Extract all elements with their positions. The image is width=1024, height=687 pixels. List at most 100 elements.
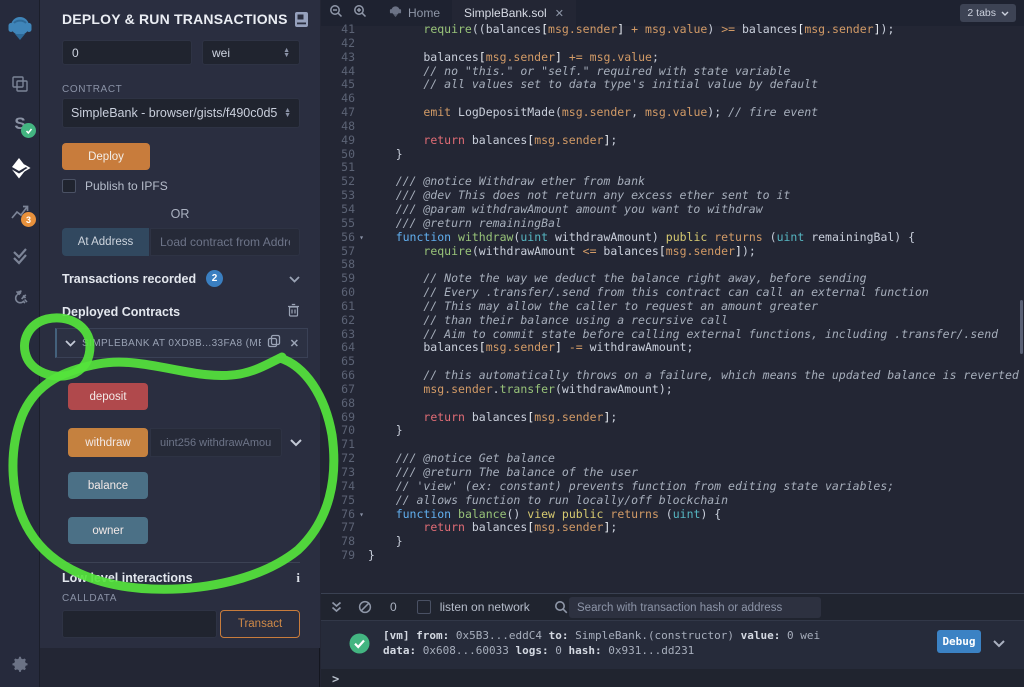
stepper-icon: ▲▼ — [284, 108, 291, 118]
code-line: 72 /// @notice Get balance — [321, 452, 1024, 466]
deposit-button[interactable]: deposit — [68, 383, 148, 410]
contract-select-value: SimpleBank - browser/gists/f490c0d5 — [71, 106, 284, 120]
value-unit-select[interactable]: wei ▲▼ — [202, 40, 300, 65]
code-line: 68 — [321, 397, 1024, 411]
settings-gear-icon[interactable] — [0, 646, 40, 682]
contract-label: CONTRACT — [62, 84, 122, 95]
code-line: 41 require((balances[msg.sender] + msg.v… — [321, 23, 1024, 37]
close-icon[interactable]: ✕ — [555, 7, 564, 20]
static-analysis-icon[interactable] — [0, 238, 40, 274]
code-line: 61 // This may allow the caller to reque… — [321, 300, 1024, 314]
analytics-count-badge: 3 — [21, 212, 36, 227]
function-row-balance: balance — [68, 472, 148, 499]
instance-header[interactable]: SIMPLEBANK AT 0XD8B...33FA8 (MEMO ✕ — [55, 328, 308, 358]
record-journal-icon[interactable] — [294, 11, 309, 33]
zoom-out-icon[interactable] — [329, 4, 343, 23]
transaction-log-text: [vm] from: 0x5B3...eddC4 to: SimpleBank.… — [383, 628, 820, 658]
trash-icon[interactable] — [287, 303, 300, 320]
code-line: 69 return balances[msg.sender]; — [321, 411, 1024, 425]
zoom-in-icon[interactable] — [353, 4, 367, 23]
code-line: 63 // Aim to commit state before calling… — [321, 328, 1024, 342]
listen-network-checkbox[interactable] — [417, 600, 431, 614]
or-label: OR — [40, 207, 320, 221]
search-icon — [554, 600, 568, 614]
code-line: 44 // no "this." or "self." required wit… — [321, 65, 1024, 79]
transact-button[interactable]: Transact — [220, 610, 300, 638]
info-icon[interactable]: i — [296, 570, 300, 586]
publish-ipfs-checkbox[interactable] — [62, 179, 76, 193]
low-level-row: Low level interactions i — [62, 570, 300, 586]
value-input[interactable] — [62, 40, 192, 65]
terminal-prompt[interactable]: > — [332, 672, 339, 686]
publish-ipfs-row: Publish to IPFS — [62, 179, 168, 193]
at-address-button[interactable]: At Address — [62, 228, 149, 256]
success-check-icon — [349, 633, 370, 659]
at-address-input[interactable] — [150, 228, 300, 256]
code-line: 77 return balances[msg.sender]; — [321, 521, 1024, 535]
code-line: 48 — [321, 120, 1024, 134]
deployed-contract-instance: SIMPLEBANK AT 0XD8B...33FA8 (MEMO ✕ — [55, 328, 308, 358]
code-line: 49 return balances[msg.sender]; — [321, 134, 1024, 148]
tabs-count-label: 2 tabs — [967, 7, 996, 19]
tab-simplebank-label: SimpleBank.sol — [464, 6, 547, 20]
code-line: 60 // Every .transfer/.send from this co… — [321, 286, 1024, 300]
chevron-down-icon[interactable] — [289, 272, 300, 286]
code-line: 74 // 'view' (ex: constant) prevents fun… — [321, 480, 1024, 494]
code-area[interactable]: 41 require((balances[msg.sender] + msg.v… — [321, 23, 1024, 593]
code-line: 73 /// @return The balance of the user — [321, 466, 1024, 480]
remix-logo-icon — [0, 10, 40, 46]
code-line: 47 emit LogDepositMade(msg.sender, msg.v… — [321, 106, 1024, 120]
code-line: 67 msg.sender.transfer(withdrawAmount); — [321, 383, 1024, 397]
chevron-down-icon[interactable] — [65, 334, 76, 352]
calldata-label: CALLDATA — [62, 593, 117, 604]
code-line: 78 } — [321, 535, 1024, 549]
tabs-count-dropdown[interactable]: 2 tabs — [960, 4, 1016, 22]
terminal-search-input[interactable] — [569, 597, 821, 618]
withdraw-amount-input[interactable] — [150, 428, 282, 457]
code-line: 46 — [321, 92, 1024, 106]
analytics-icon[interactable]: 3 — [0, 194, 40, 230]
function-row-owner: owner — [68, 517, 148, 544]
chevron-down-icon — [1001, 11, 1009, 16]
solidity-compiler-icon[interactable]: S — [0, 106, 40, 142]
code-line: 54 /// @param withdrawAmount amount you … — [321, 203, 1024, 217]
collapse-terminal-icon[interactable] — [331, 601, 342, 613]
stepper-icon: ▲▼ — [283, 48, 290, 58]
terminal: 0 listen on network [vm] from: 0x5B3...e… — [321, 593, 1024, 687]
chevron-down-icon[interactable] — [993, 635, 1005, 653]
close-icon[interactable]: ✕ — [290, 337, 299, 350]
transactions-recorded-row[interactable]: Transactions recorded 2 — [62, 270, 300, 287]
debug-button[interactable]: Debug — [937, 630, 981, 653]
contract-select[interactable]: SimpleBank - browser/gists/f490c0d5 ▲▼ — [62, 98, 300, 128]
deployed-contracts-label: Deployed Contracts — [62, 305, 180, 319]
code-line: 50 } — [321, 148, 1024, 162]
code-line: 59 // Note the way we deduct the balance… — [321, 272, 1024, 286]
withdraw-button[interactable]: withdraw — [68, 428, 148, 457]
instance-title: SIMPLEBANK AT 0XD8B...33FA8 (MEMO — [82, 338, 261, 349]
calldata-input[interactable] — [62, 610, 217, 638]
copy-icon[interactable] — [267, 334, 281, 353]
deploy-button[interactable]: Deploy — [62, 143, 150, 170]
code-line: 65 — [321, 355, 1024, 369]
deploy-and-run-icon[interactable] — [0, 150, 40, 186]
code-line: 79} — [321, 549, 1024, 563]
code-line: 45 // all values set to data type's init… — [321, 78, 1024, 92]
plugin-manager-icon[interactable] — [0, 278, 40, 314]
owner-button[interactable]: owner — [68, 517, 148, 544]
code-line: 53 /// @dev This does not return any exc… — [321, 189, 1024, 203]
tab-home-label: Home — [408, 6, 440, 20]
code-line: 43 balances[msg.sender] += msg.value; — [321, 51, 1024, 65]
clear-console-icon[interactable] — [358, 600, 372, 614]
editor-scrollbar[interactable] — [1020, 300, 1023, 354]
listen-network-row: listen on network — [417, 600, 530, 614]
listen-network-label: listen on network — [440, 600, 530, 614]
chevron-down-icon[interactable] — [290, 434, 302, 452]
activity-bar: S 3 — [0, 0, 40, 687]
low-level-label: Low level interactions — [62, 571, 193, 585]
balance-button[interactable]: balance — [68, 472, 148, 499]
publish-ipfs-label: Publish to IPFS — [85, 179, 168, 193]
deployed-contracts-row: Deployed Contracts — [62, 303, 300, 320]
transaction-log-entry[interactable]: [vm] from: 0x5B3...eddC4 to: SimpleBank.… — [321, 621, 1024, 669]
terminal-toolbar: 0 listen on network — [321, 594, 1024, 621]
file-explorer-icon[interactable] — [0, 66, 40, 102]
